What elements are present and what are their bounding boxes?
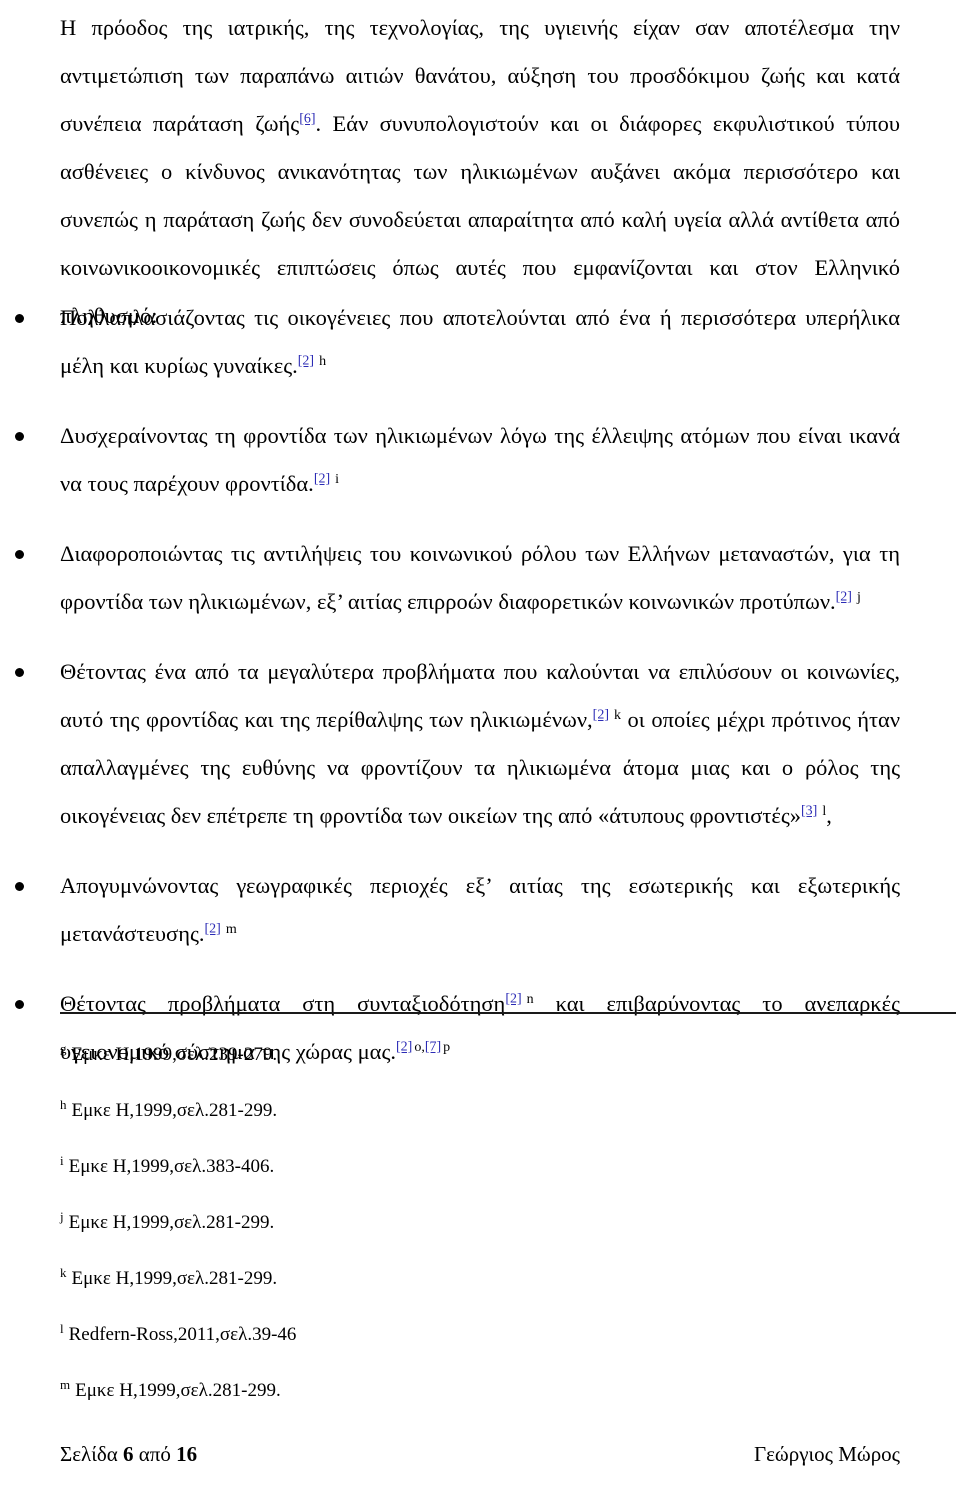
page-number: 6 xyxy=(123,1442,134,1466)
bullet-text-k-l: Θέτοντας ένα από τα μεγαλύτερα προβλήματ… xyxy=(60,648,900,840)
footnote-separator-rule xyxy=(60,1012,956,1014)
footnote-entry-mark: l xyxy=(60,1320,64,1336)
footnote-entry: g Εμκε Η,1999,σελ.239-279. xyxy=(60,1042,760,1068)
author-name: Γεώργιος Μώρος xyxy=(753,1442,900,1466)
footnote-entry-text: Εμκε Η,1999,σελ.281-299. xyxy=(71,1100,278,1121)
footnote-mark-k: k xyxy=(613,707,621,723)
footnote-mark-j: j xyxy=(856,589,861,605)
footnote-entry-text: Εμκε Η,1999,σελ.383-406. xyxy=(68,1156,275,1177)
footnote-mark-m: m xyxy=(225,921,237,937)
list-item: Πολλαπλασιάζοντας τις οικογένειες που απ… xyxy=(12,294,900,390)
list-item: Απογυμνώνοντας γεωγραφικές περιοχές εξ’ … xyxy=(12,862,900,958)
reference-link-6[interactable]: [6] xyxy=(299,112,315,127)
footnote-mark-i: i xyxy=(335,471,340,487)
footnote-entry-mark: m xyxy=(60,1376,71,1392)
intro-paragraph: Η πρόοδος της ιατρικής, της τεχνολογίας,… xyxy=(60,4,900,340)
list-item: Δυσχεραίνοντας τη φροντίδα των ηλικιωμέν… xyxy=(12,412,900,508)
footnote-mark-h: h xyxy=(319,353,327,369)
footnotes-section: g Εμκε Η,1999,σελ.239-279. h Εμκε Η,1999,σ… xyxy=(60,1042,760,1434)
reference-link-2-n[interactable]: [2] xyxy=(505,992,521,1007)
footnote-entry-text: Εμκε Η,1999,σελ.239-279. xyxy=(71,1044,278,1065)
bullet-text-j: Διαφοροποιώντας τις αντιλήψεις του κοινω… xyxy=(60,530,900,626)
footnote-entry-mark: g xyxy=(60,1040,67,1056)
footnote-entry-mark: j xyxy=(60,1208,64,1224)
footnote-entry-text: Εμκε Η,1999,σελ.281-299. xyxy=(68,1212,275,1233)
footnote-entry: l Redfern-Ross,2011,σελ.39-46 xyxy=(60,1322,760,1348)
footnote-entry-text: Redfern-Ross,2011,σελ.39-46 xyxy=(68,1324,297,1345)
footnote-entry-mark: i xyxy=(60,1152,64,1168)
bullet-text-k-content-3: , xyxy=(826,803,832,828)
reference-link-2-k[interactable]: [2] xyxy=(593,708,609,723)
body-text-area: Η πρόοδος της ιατρικής, της τεχνολογίας,… xyxy=(60,4,900,340)
bullet-text-m: Απογυμνώνοντας γεωγραφικές περιοχές εξ’ … xyxy=(60,862,900,958)
page-total: 16 xyxy=(176,1442,198,1466)
list-item: Διαφοροποιώντας τις αντιλήψεις του κοινω… xyxy=(12,530,900,626)
footnote-entry-text: Εμκε Η,1999,σελ.281-299. xyxy=(71,1268,278,1289)
page-number-label: Σελίδα 6 από 16 xyxy=(60,1442,197,1467)
footnote-entry-mark: h xyxy=(60,1096,67,1112)
page-footer: Σελίδα 6 από 16 Γεώργιος Μώρος xyxy=(60,1442,900,1467)
footnote-entry: h Εμκε Η,1999,σελ.281-299. xyxy=(60,1098,760,1124)
reference-link-2-j[interactable]: [2] xyxy=(836,590,852,605)
footnote-entry: m Εμκε Η,1999,σελ.281-299. xyxy=(60,1378,760,1404)
document-page: Η πρόοδος της ιατρικής, της τεχνολογίας,… xyxy=(0,0,960,1491)
list-item: Θέτοντας ένα από τα μεγαλύτερα προβλήματ… xyxy=(12,648,900,840)
footnote-mark-l: l xyxy=(822,803,827,819)
page-label-middle: από xyxy=(138,1442,171,1466)
footnote-entry: i Εμκε Η,1999,σελ.383-406. xyxy=(60,1154,760,1180)
bullet-text-h: Πολλαπλασιάζοντας τις οικογένειες που απ… xyxy=(60,294,900,390)
footnote-entry: j Εμκε Η,1999,σελ.281-299. xyxy=(60,1210,760,1236)
bullet-text-j-content: Διαφοροποιώντας τις αντιλήψεις του κοινω… xyxy=(60,541,900,614)
bullet-text-i-content: Δυσχεραίνοντας τη φροντίδα των ηλικιωμέν… xyxy=(60,423,900,496)
consequences-bullet-list: Πολλαπλασιάζοντας τις οικογένειες που απ… xyxy=(12,294,900,1098)
reference-link-2-i[interactable]: [2] xyxy=(314,472,330,487)
reference-link-3-l[interactable]: [3] xyxy=(801,804,817,819)
bullet-text-i: Δυσχεραίνοντας τη φροντίδα των ηλικιωμέν… xyxy=(60,412,900,508)
bullet-text-m-content: Απογυμνώνοντας γεωγραφικές περιοχές εξ’ … xyxy=(60,873,900,946)
footnote-entry-text: Εμκε Η,1999,σελ.281-299. xyxy=(75,1380,281,1401)
footnote-entry: k Εμκε Η,1999,σελ.281-299. xyxy=(60,1266,760,1292)
reference-link-2-h[interactable]: [2] xyxy=(298,354,314,369)
page-label-prefix: Σελίδα xyxy=(60,1442,118,1466)
footnote-entry-mark: k xyxy=(60,1264,67,1280)
bullet-text-h-content: Πολλαπλασιάζοντας τις οικογένειες που απ… xyxy=(60,305,900,378)
reference-link-2-m[interactable]: [2] xyxy=(205,922,221,937)
footnote-mark-n: n xyxy=(526,991,534,1007)
